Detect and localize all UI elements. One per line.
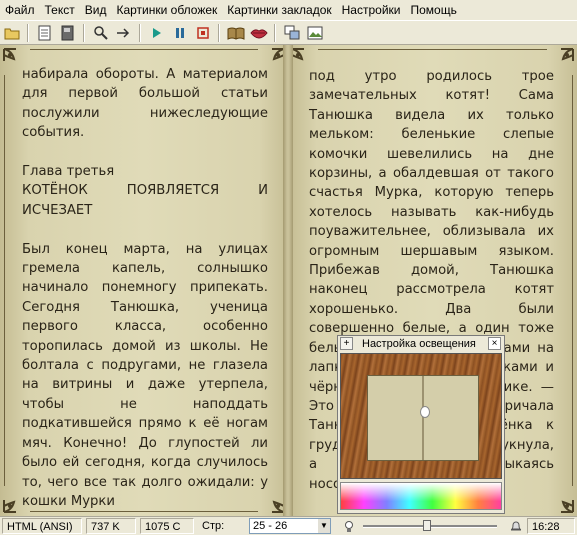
- pages-label: Стр:: [202, 520, 225, 532]
- light-source-handle-icon[interactable]: [420, 406, 430, 418]
- chevron-down-icon[interactable]: ▼: [318, 519, 330, 533]
- menu-bookmark-images[interactable]: Картинки закладок: [222, 0, 336, 20]
- play-icon[interactable]: [147, 23, 166, 42]
- goto-arrow-icon[interactable]: [114, 23, 133, 42]
- file-size-label: 737 K: [86, 518, 136, 534]
- menu-settings[interactable]: Настройки: [337, 0, 406, 20]
- toolbar: [0, 20, 577, 45]
- panel-title: Настройка освещения: [362, 338, 476, 350]
- char-count-label: 1075 C: [140, 518, 194, 534]
- encoding-label: HTML (ANSI): [2, 518, 82, 534]
- page-border-top: [318, 49, 547, 50]
- chapter-number: Глава третья: [22, 164, 115, 180]
- image-icon[interactable]: [305, 23, 324, 42]
- toolbar-separator: [139, 23, 141, 42]
- pin-button[interactable]: +: [340, 337, 353, 350]
- panel-titlebar[interactable]: + Настройка освещения ×: [338, 336, 504, 352]
- left-page: набирала обороты. А материалом для перво…: [0, 45, 288, 516]
- brightness-slider-thumb[interactable]: [423, 520, 431, 531]
- page-select-value: 25 - 26: [253, 520, 288, 532]
- paragraph: Был конец марта, на улицах гремела капел…: [22, 241, 268, 509]
- mini-book-preview: [367, 375, 479, 461]
- windows-icon[interactable]: [282, 23, 301, 42]
- menu-cover-images[interactable]: Картинки обложек: [111, 0, 222, 20]
- menu-text[interactable]: Текст: [40, 0, 80, 20]
- page-border-left: [4, 75, 5, 486]
- open-folder-icon[interactable]: [2, 23, 21, 42]
- search-icon[interactable]: [91, 23, 110, 42]
- menu-view[interactable]: Вид: [80, 0, 112, 20]
- document-icon[interactable]: [35, 23, 54, 42]
- pause-icon[interactable]: [170, 23, 189, 42]
- stop-icon[interactable]: [193, 23, 212, 42]
- menu-help[interactable]: Помощь: [405, 0, 461, 20]
- menu-bar: Файл Текст Вид Картинки обложек Картинки…: [0, 0, 577, 20]
- brightness-icon: [345, 521, 353, 532]
- status-bar: HTML (ANSI) 737 K 1075 C Стр: 25 - 26 ▼ …: [0, 516, 577, 535]
- page-border-right: [572, 75, 573, 486]
- page-select[interactable]: 25 - 26 ▼: [249, 518, 331, 534]
- bell-icon[interactable]: [509, 519, 523, 533]
- lighting-preview[interactable]: [340, 353, 502, 479]
- toolbar-separator: [83, 23, 85, 42]
- book-spine: [283, 45, 293, 516]
- left-page-text: набирала обороты. А материалом для перво…: [22, 65, 268, 511]
- lips-icon[interactable]: [249, 23, 268, 42]
- clock-label: 16:28: [527, 518, 575, 534]
- chapter-title: КОТЁНОК ПОЯВЛЯЕТСЯ И ИСЧЕЗАЕТ: [22, 183, 268, 218]
- toolbar-separator: [218, 23, 220, 42]
- page-border-top: [30, 49, 258, 50]
- toolbar-separator: [27, 23, 29, 42]
- mini-book-spine: [422, 376, 424, 460]
- book-icon[interactable]: [58, 23, 77, 42]
- paragraph: набирала обороты. А материалом для перво…: [22, 67, 268, 141]
- menu-file[interactable]: Файл: [0, 0, 40, 20]
- toolbar-separator: [274, 23, 276, 42]
- close-button[interactable]: ×: [488, 337, 501, 350]
- open-book-icon[interactable]: [226, 23, 245, 42]
- lighting-settings-panel: + Настройка освещения ×: [337, 335, 505, 514]
- color-spectrum-picker[interactable]: [340, 482, 502, 510]
